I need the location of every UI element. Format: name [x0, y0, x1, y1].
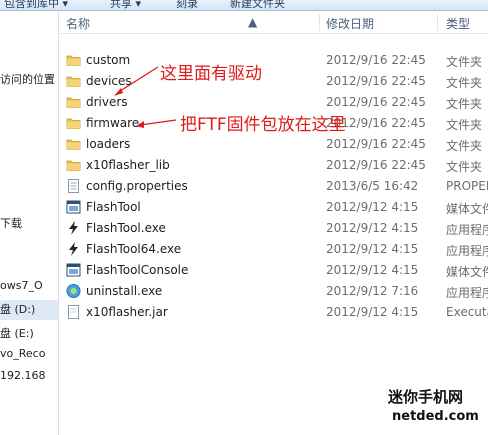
- arrow-head-firmware: [136, 121, 144, 128]
- annotation-drivers: 这里面有驱动: [160, 64, 262, 84]
- annotation-firmware: 把FTF固件包放在这里: [180, 115, 346, 135]
- arrow-line-drivers: [116, 66, 159, 94]
- arrow-head-drivers: [114, 88, 123, 96]
- watermark-url: netded.com: [392, 409, 479, 424]
- arrow-line-firmware: [139, 119, 177, 126]
- watermark-title: 迷你手机网: [388, 388, 464, 406]
